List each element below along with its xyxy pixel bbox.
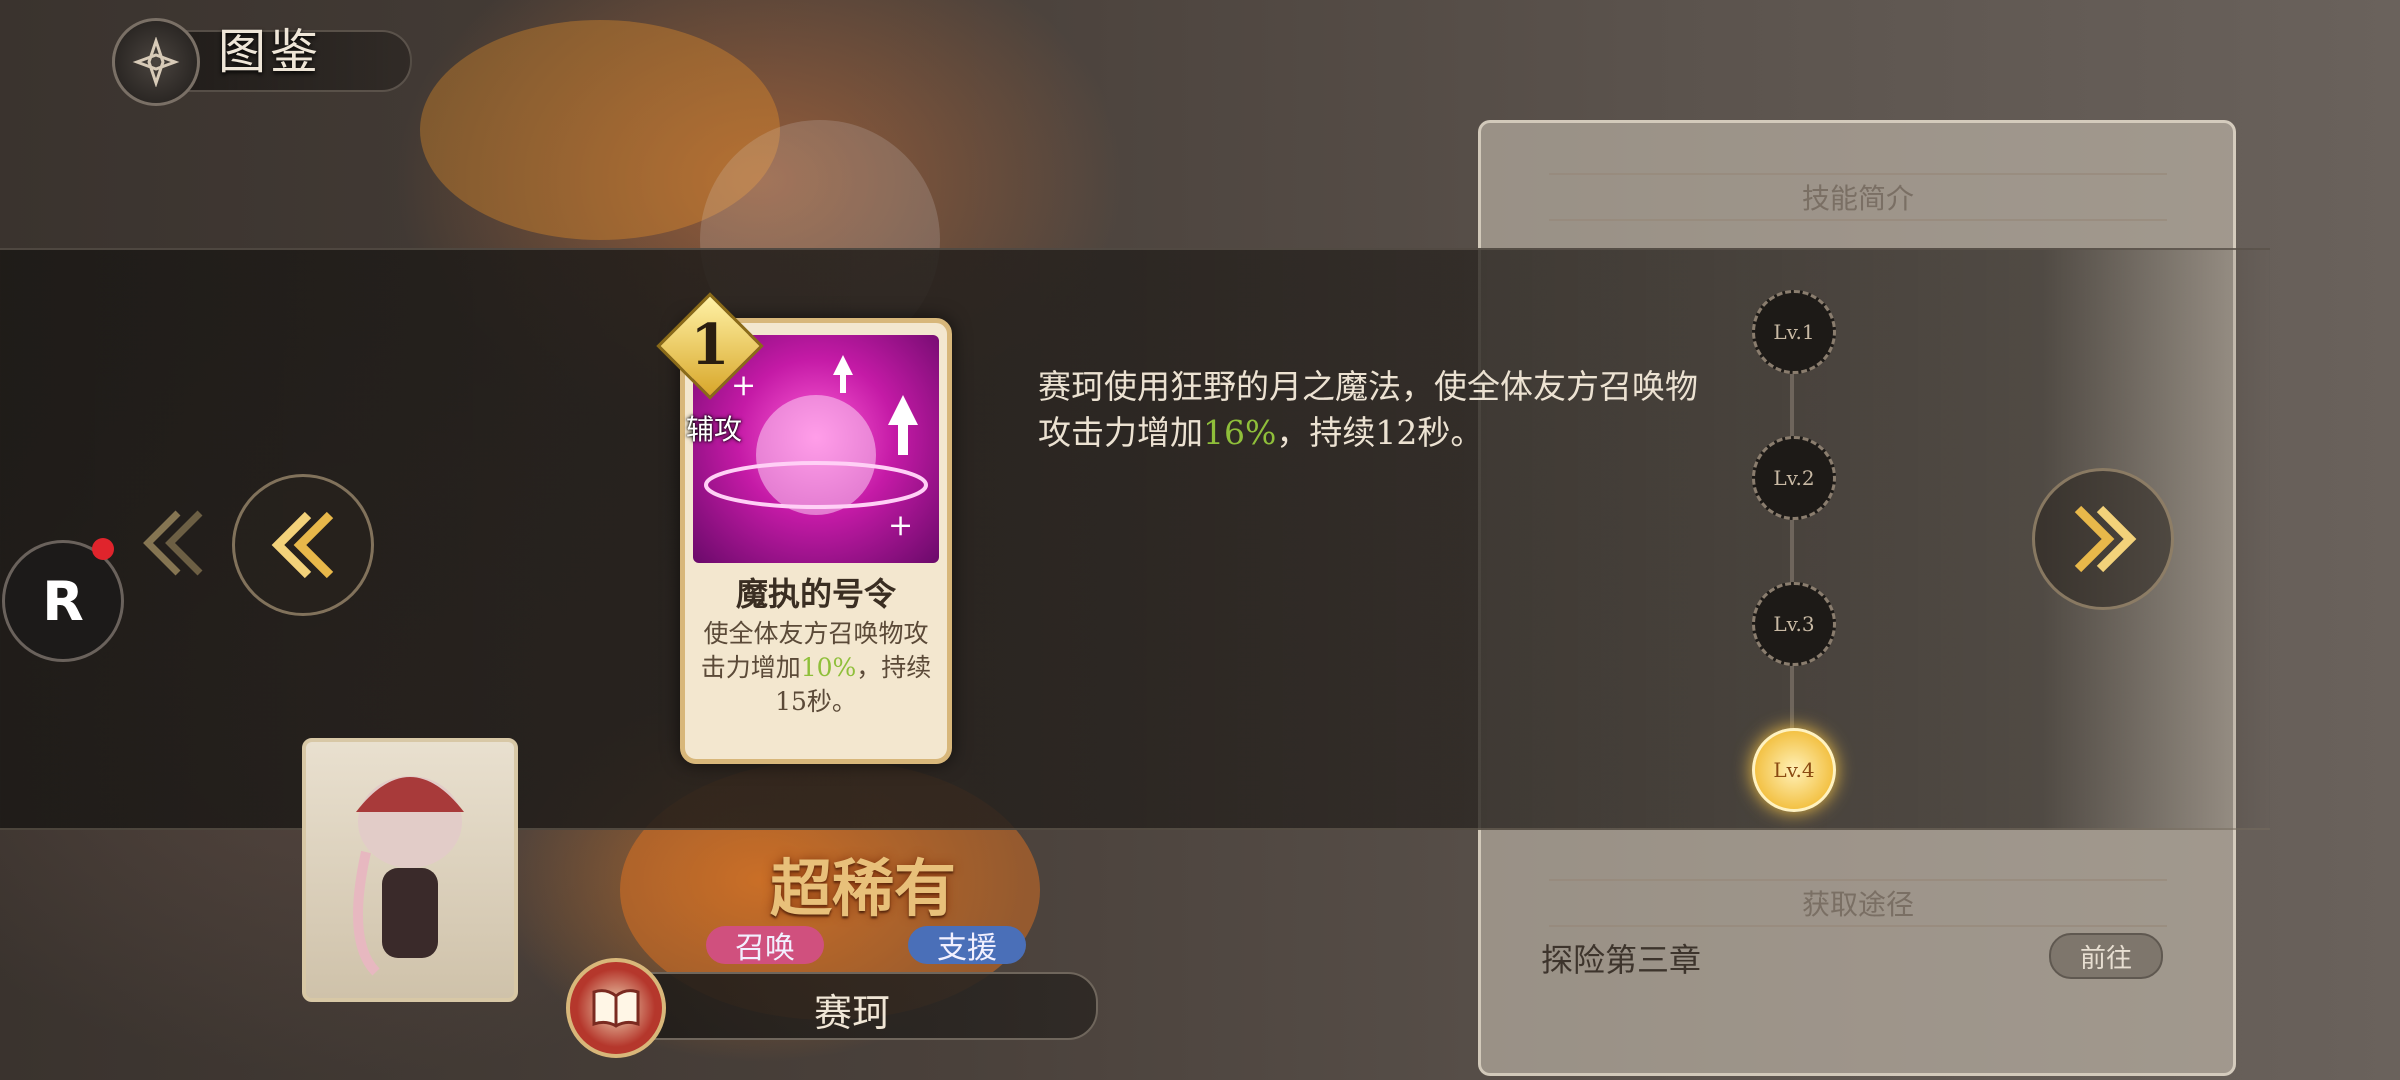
source-chapter: 探险第三章 (1541, 941, 1702, 979)
level-2-node[interactable]: Lv.2 (1752, 436, 1836, 520)
card-cost: 1 (690, 312, 730, 378)
notification-dot (92, 538, 114, 560)
skill-card-name: 魔执的号令 (735, 575, 896, 613)
goto-button[interactable]: 前往 (2049, 933, 2163, 979)
card-desc-highlight: 10% (800, 653, 857, 682)
next-arrow-button[interactable] (2032, 468, 2174, 610)
compass-diamond-icon[interactable] (112, 18, 200, 106)
chevron-double-left-icon (271, 511, 334, 579)
prev-arrow-button[interactable] (232, 474, 374, 616)
tag-support: 支援 (908, 926, 1026, 966)
skill-level-description: 赛珂使用狂野的月之魔法，使全体友方召唤物攻击力增加16%，持续12秒。 (1038, 364, 1698, 456)
level-4-node[interactable]: Lv.4 (1752, 728, 1836, 812)
r-label: R (42, 569, 84, 633)
character-name: 赛珂 (813, 991, 890, 1035)
skill-desc-highlight: 16% (1203, 413, 1277, 452)
chevron-double-right-icon (2074, 505, 2137, 573)
level-1-node[interactable]: Lv.1 (1752, 290, 1836, 374)
svg-text:+: + (888, 508, 913, 543)
chevron-left-outer-icon (143, 510, 203, 576)
source-heading: 获取途径 (1549, 879, 2167, 927)
skill-card-description: 使全体友方召唤物攻击力增加10%，持续15秒。 (697, 617, 935, 719)
level-track-line (1790, 328, 1794, 768)
page-title: 图鉴 (218, 24, 323, 80)
card-type-label: 辅攻 (686, 413, 743, 446)
rarity-label: 超稀有 (770, 852, 957, 925)
book-icon[interactable] (566, 958, 666, 1058)
skill-desc-text-2: ，持续12秒。 (1276, 413, 1484, 452)
tag-summon: 召唤 (706, 926, 824, 966)
character-portrait (302, 738, 518, 1002)
level-3-node[interactable]: Lv.3 (1752, 582, 1836, 666)
skill-intro-heading: 技能简介 (1549, 173, 2167, 221)
